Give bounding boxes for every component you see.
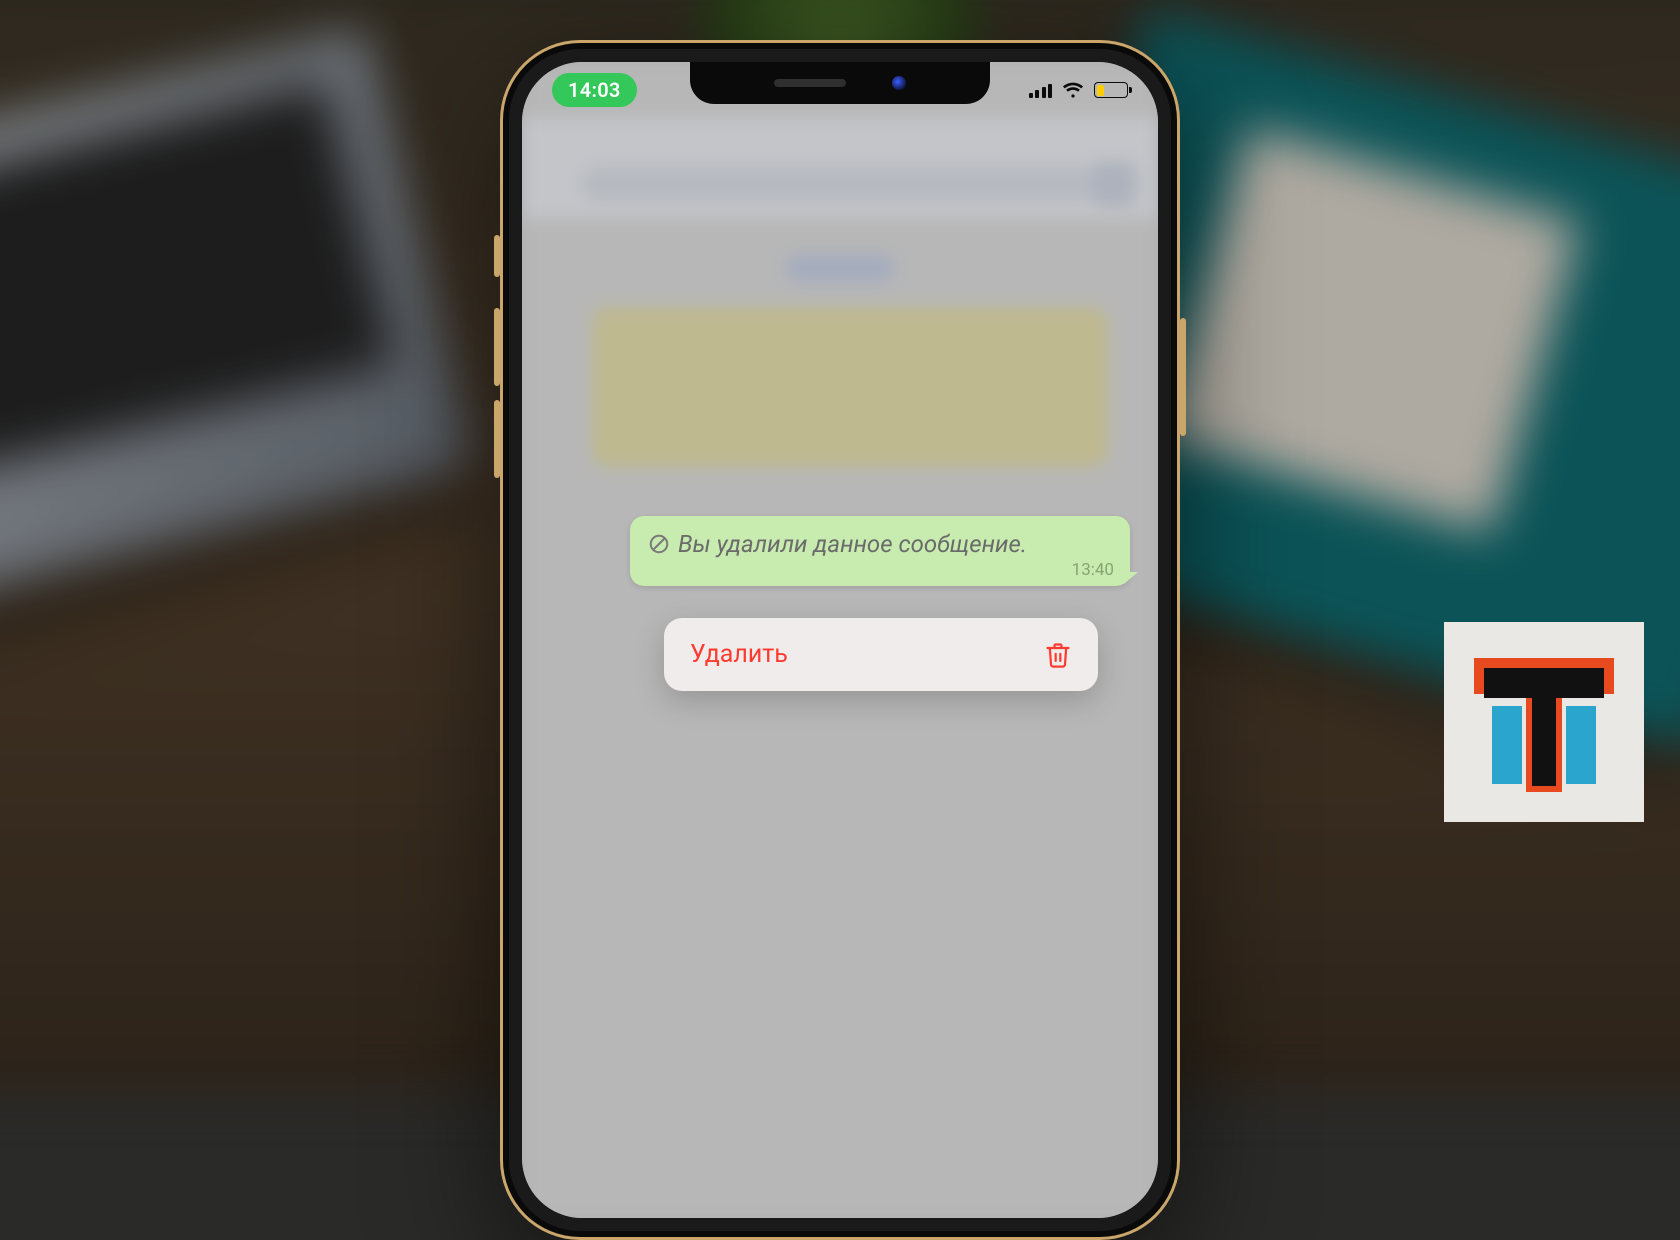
phone-frame: Вы удалили данное сообщение. 13:40 Удали… (500, 40, 1180, 1240)
prohibited-icon (648, 533, 670, 555)
trash-icon (1044, 641, 1072, 669)
phone-notch (690, 62, 990, 104)
wifi-icon (1062, 82, 1084, 98)
delete-menu-item[interactable]: Удалить (664, 618, 1098, 691)
context-menu: Удалить (664, 618, 1098, 691)
watermark-logo (1444, 622, 1644, 822)
delete-label: Удалить (690, 640, 788, 669)
deleted-message-text: Вы удалили данное сообщение. (678, 530, 1027, 558)
status-time: 14:03 (568, 78, 621, 102)
phone-screen: Вы удалили данное сообщение. 13:40 Удали… (522, 62, 1158, 1218)
battery-icon (1094, 82, 1128, 98)
message-timestamp: 13:40 (1072, 560, 1114, 580)
deleted-message-bubble[interactable]: Вы удалили данное сообщение. 13:40 (630, 516, 1130, 586)
status-time-pill[interactable]: 14:03 (552, 73, 637, 107)
cellular-icon (1029, 82, 1053, 98)
